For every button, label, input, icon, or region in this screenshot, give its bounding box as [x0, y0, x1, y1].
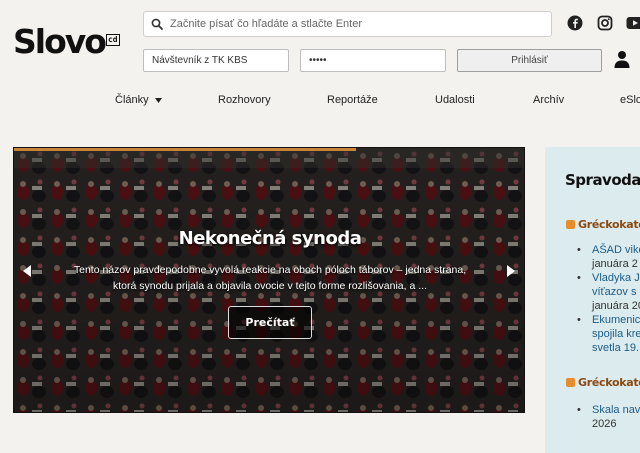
login-button[interactable]: Prihlásiť [457, 49, 602, 72]
feed-item[interactable]: Ekumenic spojila kre svetla 19. [577, 313, 640, 355]
feed-item-text: Vladyka J [592, 272, 640, 284]
main-nav: Články Rozhovory Reportáže Udalosti Arch… [0, 94, 640, 110]
feed-item[interactable]: AŠAD vike januára 2 [577, 243, 640, 271]
feed-list: Skala nav 2026 [577, 403, 640, 431]
nav-item-clanky[interactable]: Články [115, 94, 162, 106]
rss-icon [566, 378, 575, 387]
nav-item-rozhovory[interactable]: Rozhovory [218, 94, 271, 106]
nav-item-udalosti[interactable]: Udalosti [435, 94, 475, 106]
search-icon [144, 18, 170, 30]
feed-item[interactable]: Vladyka J víťazov s januára 20 [577, 271, 640, 313]
caret-down-icon [154, 97, 162, 103]
nav-item-label: Články [115, 94, 149, 106]
feed-item-date: 2026 [592, 418, 617, 430]
feed-item-text: víťazov s [592, 286, 637, 298]
hero-slider[interactable]: Nekonečná synoda Tento názov pravdepodob… [13, 147, 525, 413]
logo-badge: cd [105, 34, 120, 46]
facebook-icon[interactable] [565, 13, 585, 33]
user-icon[interactable] [614, 50, 630, 73]
news-sidebar: Spravoda Gréckokatol AŠAD vike januára 2… [545, 147, 640, 453]
feed-item-text: Skala nav [592, 404, 640, 416]
read-more-button[interactable]: Prečítať [228, 306, 312, 339]
site-logo[interactable]: Slovo cd [13, 22, 120, 62]
site-header: Slovo cd Prihlásiť Články Rozhovory Rep [0, 0, 640, 130]
social-links [565, 13, 640, 33]
feed-item-date: januára 20 [592, 300, 640, 312]
nav-item-reportaze[interactable]: Reportáže [327, 94, 378, 106]
feed-item-text: svetla 19. [592, 342, 640, 354]
feed-list: AŠAD vike januára 2 Vladyka J víťazov s … [577, 243, 640, 355]
nav-item-archiv[interactable]: Archív [533, 94, 564, 106]
nav-item-eslovo[interactable]: eSlo [620, 94, 640, 106]
youtube-icon[interactable] [625, 13, 640, 33]
chevron-left-icon[interactable] [21, 264, 33, 278]
username-field[interactable] [143, 49, 289, 72]
hero-title[interactable]: Nekonečná synoda [14, 228, 524, 249]
search-box[interactable] [143, 11, 552, 37]
logo-text: Slovo [13, 22, 107, 61]
instagram-icon[interactable] [595, 13, 615, 33]
hero-accent-bar [14, 148, 356, 151]
chevron-right-icon[interactable] [505, 264, 517, 278]
rss-icon [566, 220, 575, 229]
password-field[interactable] [300, 49, 446, 72]
feed-heading[interactable]: Gréckokatol [566, 218, 640, 231]
feed-item[interactable]: Skala nav 2026 [577, 403, 640, 431]
hero-excerpt: Tento názov pravdepodobne vyvolá reakcie… [73, 264, 467, 292]
feed-heading[interactable]: Gréckokatol [566, 376, 640, 389]
login-form: Prihlásiť [143, 49, 602, 72]
search-input[interactable] [170, 18, 540, 30]
feed-heading-label: Gréckokatol [578, 376, 640, 389]
feed-heading-label: Gréckokatol [578, 218, 640, 231]
feed-item-text: Ekumenic [592, 314, 640, 326]
sidebar-title: Spravoda [565, 171, 640, 189]
feed-item-date: januára 2 [592, 258, 638, 270]
feed-item-text: AŠAD vike [592, 244, 640, 256]
feed-item-text: spojila kre [592, 328, 640, 340]
